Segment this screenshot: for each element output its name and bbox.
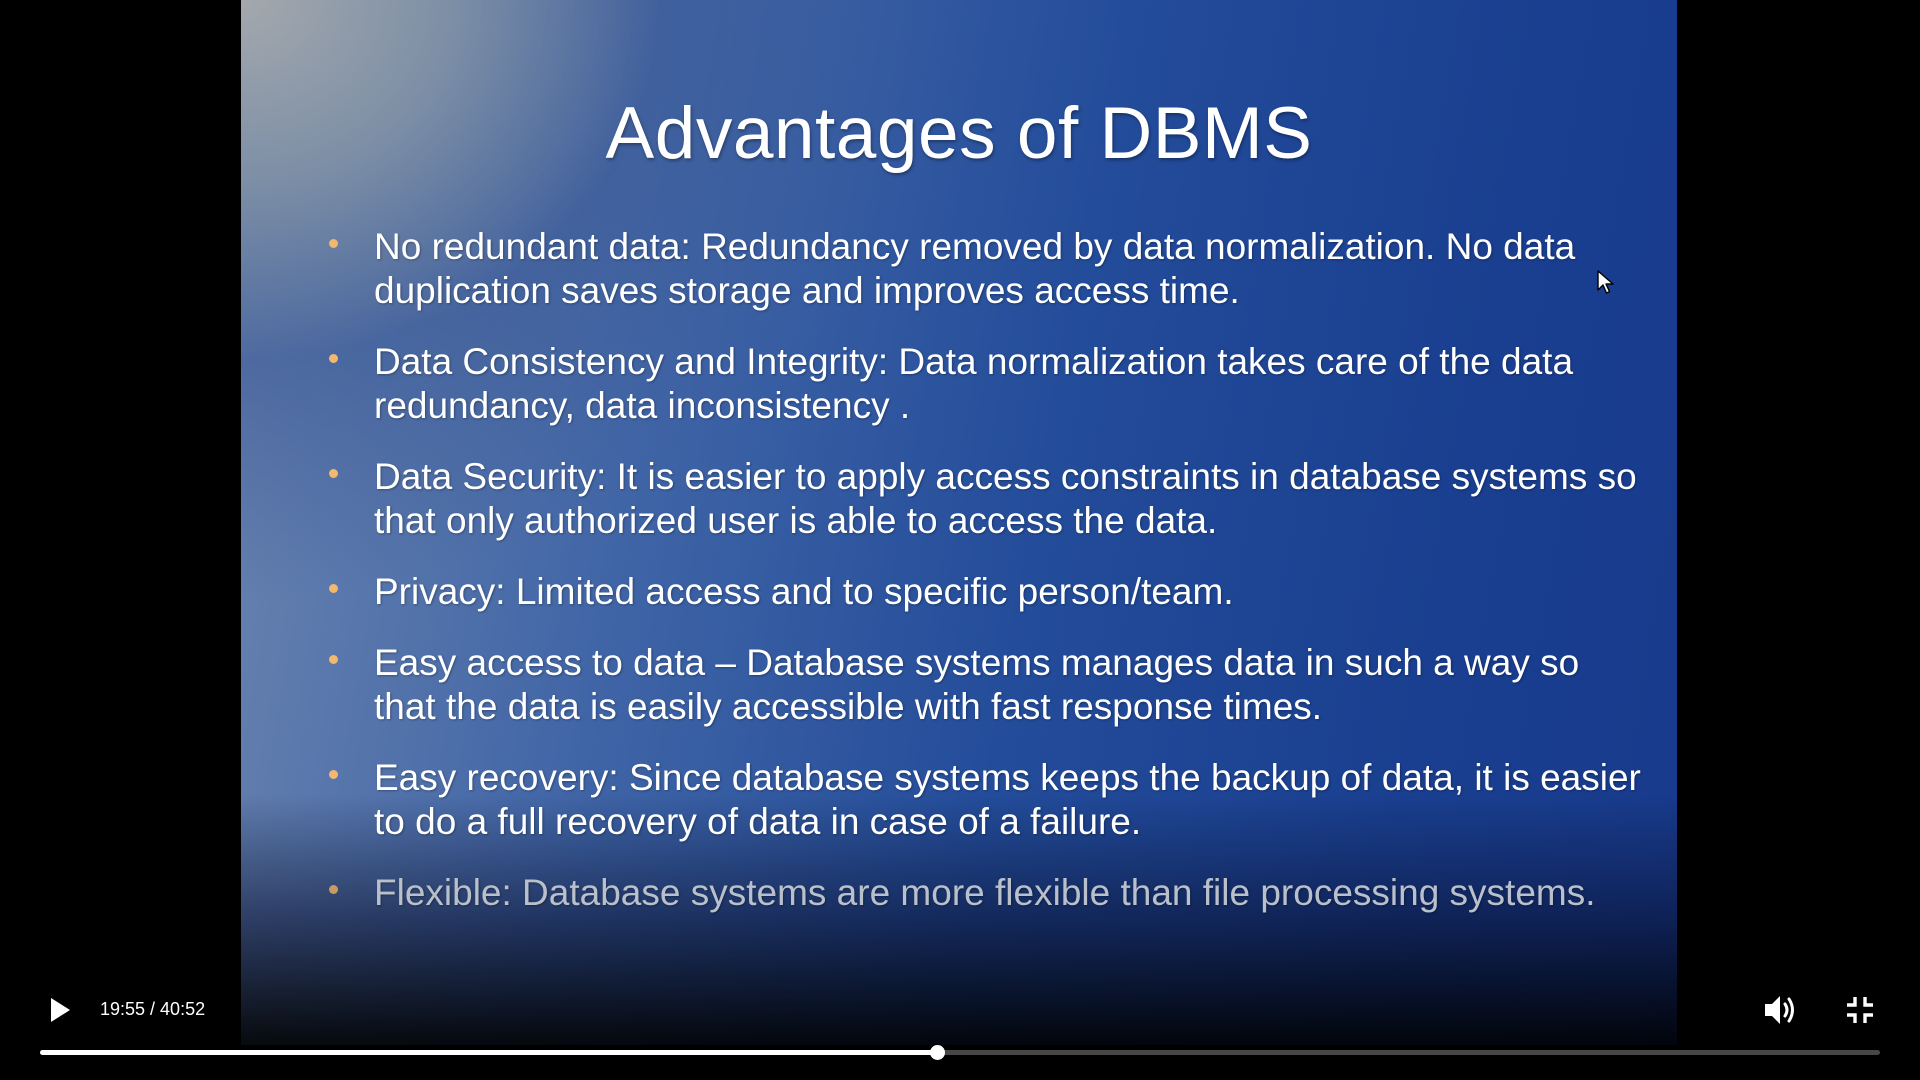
bullet-text: Privacy: Limited access and to specific … xyxy=(374,571,1234,612)
bullet-item: Flexible: Database systems are more flex… xyxy=(329,871,1649,915)
play-button[interactable] xyxy=(44,990,76,1030)
exit-fullscreen-button[interactable] xyxy=(1845,994,1875,1026)
bullet-text: Easy recovery: Since database systems ke… xyxy=(374,757,1641,842)
bullet-text: Flexible: Database systems are more flex… xyxy=(374,872,1596,913)
bullet-dot-icon xyxy=(329,885,338,894)
bullet-dot-icon xyxy=(329,770,338,779)
bullet-dot-icon xyxy=(329,655,338,664)
bullet-dot-icon xyxy=(329,584,338,593)
bullet-item: Data Consistency and Integrity: Data nor… xyxy=(329,340,1649,428)
bullet-item: Privacy: Limited access and to specific … xyxy=(329,570,1649,614)
mouse-cursor-icon xyxy=(1597,270,1614,294)
bullet-item: Easy recovery: Since database systems ke… xyxy=(329,756,1649,844)
seek-bar[interactable] xyxy=(40,1045,1880,1060)
play-icon xyxy=(51,998,70,1022)
volume-icon xyxy=(1765,996,1794,1024)
bullet-list: No redundant data: Redundancy removed by… xyxy=(329,225,1649,942)
bullet-item: Easy access to data – Database systems m… xyxy=(329,641,1649,729)
video-player[interactable]: Advantages of DBMS No redundant data: Re… xyxy=(0,0,1920,1080)
bullet-text: Data Consistency and Integrity: Data nor… xyxy=(374,341,1574,426)
volume-button[interactable] xyxy=(1762,991,1798,1029)
fullscreen-exit-icon xyxy=(1847,997,1873,1023)
seek-bar-played xyxy=(40,1050,937,1055)
seek-bar-thumb[interactable] xyxy=(929,1045,945,1060)
bullet-text: Data Security: It is easier to apply acc… xyxy=(374,456,1637,541)
player-controls xyxy=(0,970,1920,1080)
bullet-dot-icon xyxy=(329,469,338,478)
slide-title: Advantages of DBMS xyxy=(605,93,1313,174)
time-display: 19:55 / 40:52 xyxy=(100,999,206,1019)
bullet-text: Easy access to data – Database systems m… xyxy=(374,642,1580,727)
bullet-dot-icon xyxy=(329,239,338,248)
bullet-text: No redundant data: Redundancy removed by… xyxy=(374,226,1576,311)
bullet-dot-icon xyxy=(329,354,338,363)
bullet-item: No redundant data: Redundancy removed by… xyxy=(329,225,1649,313)
bullet-item: Data Security: It is easier to apply acc… xyxy=(329,455,1649,543)
video-frame-slide: Advantages of DBMS No redundant data: Re… xyxy=(241,0,1677,1045)
